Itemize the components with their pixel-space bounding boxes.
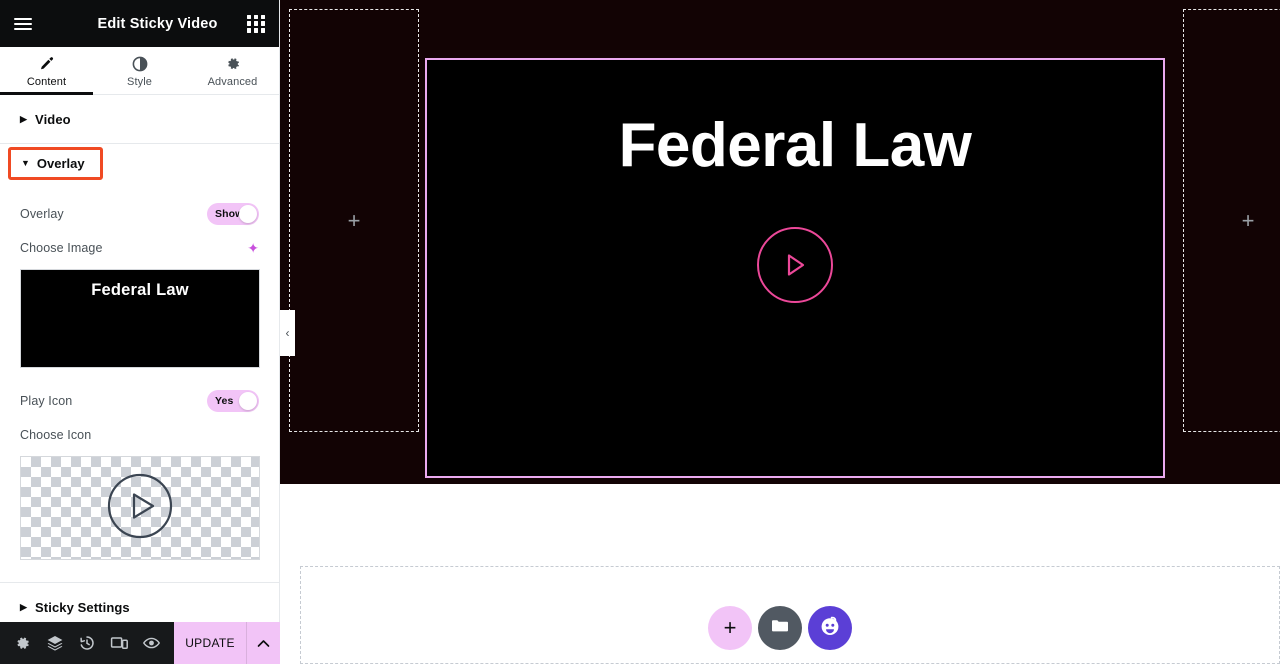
chevron-down-icon: ▼ bbox=[21, 158, 30, 168]
tab-advanced-label: Advanced bbox=[207, 75, 258, 88]
section-overlay[interactable]: ▼ Overlay bbox=[8, 147, 103, 180]
elementor-editor: Edit Sticky Video Content Style Advanced… bbox=[0, 0, 1280, 664]
contrast-icon bbox=[132, 56, 148, 72]
chevron-up-icon[interactable] bbox=[246, 622, 280, 664]
toggle-knob bbox=[239, 392, 257, 410]
tab-advanced[interactable]: Advanced bbox=[186, 47, 279, 94]
tab-content-label: Content bbox=[26, 75, 67, 88]
panel-header: Edit Sticky Video bbox=[0, 0, 279, 47]
tab-style[interactable]: Style bbox=[93, 47, 186, 94]
editor-canvas: + + Federal Law ‹ + bbox=[280, 0, 1280, 664]
hero-section: + + Federal Law ‹ bbox=[280, 0, 1280, 484]
grid-apps-icon[interactable] bbox=[241, 9, 271, 39]
plus-icon[interactable]: + bbox=[348, 209, 361, 232]
overlay-image-caption: Federal Law bbox=[91, 281, 189, 299]
toggle-knob bbox=[239, 205, 257, 223]
panel-footer: UPDATE bbox=[0, 622, 280, 664]
add-element-fabs: + bbox=[280, 606, 1280, 650]
preview-eye-icon[interactable] bbox=[137, 634, 167, 652]
play-icon-toggle[interactable]: Yes bbox=[207, 390, 259, 412]
overlay-toggle[interactable]: Show bbox=[207, 203, 259, 225]
play-icon-preview[interactable] bbox=[20, 456, 260, 560]
sticky-video-widget[interactable]: Federal Law bbox=[425, 58, 1165, 478]
overlay-image-preview[interactable]: Federal Law bbox=[20, 269, 260, 368]
divider bbox=[0, 143, 279, 144]
responsive-devices-icon[interactable] bbox=[104, 634, 134, 652]
choose-image-label: Choose Image bbox=[20, 241, 103, 255]
play-icon-control-row: Play Icon Yes bbox=[0, 382, 279, 420]
play-icon-toggle-value: Yes bbox=[215, 395, 234, 407]
editor-panel: Edit Sticky Video Content Style Advanced… bbox=[0, 0, 280, 664]
chevron-left-icon: ‹ bbox=[285, 326, 290, 340]
section-sticky-settings-label: Sticky Settings bbox=[35, 599, 130, 615]
choose-icon-row: Choose Icon bbox=[0, 420, 279, 450]
section-video-label: Video bbox=[35, 111, 71, 127]
overlay-label: Overlay bbox=[20, 207, 64, 221]
settings-gear-icon[interactable] bbox=[7, 635, 37, 652]
play-icon-label: Play Icon bbox=[20, 394, 73, 408]
plus-icon: + bbox=[723, 615, 737, 640]
add-template-button[interactable] bbox=[758, 606, 802, 650]
pencil-icon bbox=[39, 56, 55, 72]
footer-tools bbox=[0, 622, 174, 664]
sparkle-ai-icon[interactable]: ✦ bbox=[247, 241, 259, 255]
left-empty-column[interactable]: + bbox=[289, 9, 419, 432]
panel-tabs: Content Style Advanced bbox=[0, 47, 279, 95]
play-triangle-icon[interactable] bbox=[757, 227, 833, 303]
update-button[interactable]: UPDATE bbox=[174, 622, 246, 664]
section-overlay-label: Overlay bbox=[36, 156, 85, 171]
video-overlay-title: Federal Law bbox=[618, 111, 972, 180]
right-empty-column[interactable]: + bbox=[1183, 9, 1280, 432]
tab-content[interactable]: Content bbox=[0, 47, 93, 95]
add-element-button[interactable]: + bbox=[708, 606, 752, 650]
history-clock-icon[interactable] bbox=[72, 634, 102, 652]
choose-image-row: Choose Image ✦ bbox=[0, 233, 279, 263]
panel-collapse-handle[interactable]: ‹ bbox=[280, 310, 295, 356]
gear-icon bbox=[225, 56, 241, 72]
tab-style-label: Style bbox=[127, 75, 152, 88]
choose-icon-label: Choose Icon bbox=[20, 428, 92, 442]
overlay-control-row: Overlay Show bbox=[0, 195, 279, 233]
layers-navigator-icon[interactable] bbox=[40, 634, 70, 652]
plus-icon[interactable]: + bbox=[1242, 209, 1255, 232]
ai-face-icon bbox=[818, 614, 842, 643]
folder-icon bbox=[770, 617, 790, 640]
hamburger-menu-icon[interactable] bbox=[0, 0, 46, 47]
play-circle-icon bbox=[106, 472, 174, 545]
panel-body: ▶ Video ▼ Overlay Overlay Show Choose Im… bbox=[0, 95, 279, 664]
ai-assistant-button[interactable] bbox=[808, 606, 852, 650]
section-video[interactable]: ▶ Video bbox=[0, 95, 279, 143]
chevron-right-icon: ▶ bbox=[20, 113, 28, 124]
chevron-right-icon: ▶ bbox=[20, 601, 28, 612]
